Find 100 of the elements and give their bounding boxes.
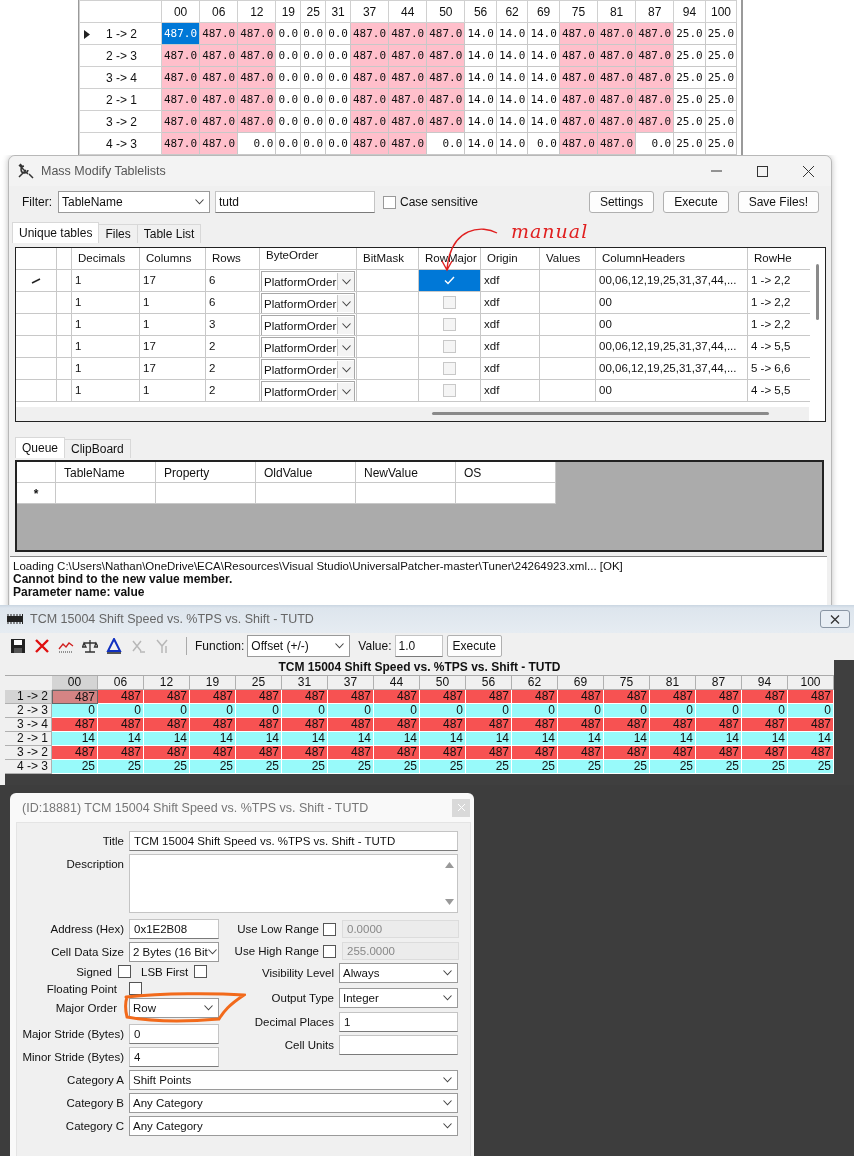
- table-cell[interactable]: 14: [98, 732, 144, 746]
- table-cell[interactable]: 14: [374, 732, 420, 746]
- table-cell[interactable]: 25: [420, 760, 466, 774]
- table-cell[interactable]: 0: [328, 704, 374, 718]
- column-header[interactable]: 75: [604, 676, 650, 690]
- filter-field[interactable]: tutd: [215, 191, 375, 213]
- row-header[interactable]: [16, 358, 57, 380]
- table-cell[interactable]: 14: [420, 732, 466, 746]
- table-cell[interactable]: 25: [190, 760, 236, 774]
- row-header[interactable]: 1 -> 2: [79, 22, 162, 45]
- table-cell[interactable]: 487: [420, 718, 466, 732]
- column-header[interactable]: 25: [236, 676, 282, 690]
- table-cell[interactable]: 487: [190, 746, 236, 760]
- row-header[interactable]: [16, 292, 57, 314]
- table-cell[interactable]: 487: [420, 746, 466, 760]
- table-cell[interactable]: 0: [558, 704, 604, 718]
- cell-units-field[interactable]: [339, 1035, 458, 1055]
- table-cell[interactable]: 14: [466, 732, 512, 746]
- checkbox[interactable]: [323, 922, 336, 936]
- table-cell[interactable]: 25: [788, 760, 834, 774]
- table-cell[interactable]: 25: [282, 760, 328, 774]
- category-dropdown[interactable]: Shift Points: [129, 1070, 458, 1090]
- table-cell[interactable]: 0: [604, 704, 650, 718]
- action-button[interactable]: Save Files!: [737, 191, 819, 213]
- table-cell[interactable]: 487: [604, 718, 650, 732]
- row-header[interactable]: 4 -> 3: [79, 132, 162, 155]
- table-cell[interactable]: 487: [98, 718, 144, 732]
- row-header[interactable]: [16, 380, 57, 402]
- table-cell[interactable]: [456, 483, 556, 504]
- decimal-places-field[interactable]: 1: [339, 1012, 458, 1032]
- table-cell[interactable]: 487: [190, 718, 236, 732]
- table-cell[interactable]: 0: [236, 704, 282, 718]
- row-header[interactable]: 3 -> 2: [5, 746, 52, 760]
- table-cell[interactable]: 487: [742, 718, 788, 732]
- table-cell[interactable]: 487: [650, 746, 696, 760]
- row-header[interactable]: 3 -> 4: [79, 66, 162, 89]
- table-cell[interactable]: 0: [374, 704, 420, 718]
- table-cell[interactable]: 25: [696, 760, 742, 774]
- table-cell[interactable]: 14: [282, 732, 328, 746]
- table-cell[interactable]: 487: [144, 746, 190, 760]
- table-cell[interactable]: 487: [52, 718, 98, 732]
- table-cell[interactable]: 487: [420, 690, 466, 704]
- table-cell[interactable]: 487: [144, 690, 190, 704]
- table-cell[interactable]: 487: [190, 690, 236, 704]
- table-cell[interactable]: 14: [696, 732, 742, 746]
- table-cell[interactable]: 0: [52, 704, 98, 718]
- checkbox[interactable]: [323, 944, 336, 958]
- table-cell[interactable]: 487: [374, 690, 420, 704]
- table-cell[interactable]: 0: [98, 704, 144, 718]
- checkbox[interactable]: [129, 982, 142, 995]
- table-cell[interactable]: 487: [236, 746, 282, 760]
- table-cell[interactable]: 487: [144, 718, 190, 732]
- table-cell[interactable]: 14: [742, 732, 788, 746]
- table-cell[interactable]: 487: [512, 746, 558, 760]
- visibility-dropdown[interactable]: Always: [339, 963, 458, 983]
- table-cell[interactable]: 14: [512, 732, 558, 746]
- table-cell[interactable]: 487: [788, 690, 834, 704]
- table-cell[interactable]: 0: [190, 704, 236, 718]
- table-cell[interactable]: 487: [52, 690, 98, 704]
- byte-order-dropdown[interactable]: PlatformOrder: [261, 271, 355, 291]
- table-cell[interactable]: 14: [604, 732, 650, 746]
- column-header[interactable]: 81: [650, 676, 696, 690]
- table-cell[interactable]: [256, 483, 356, 504]
- table-cell[interactable]: 487: [236, 718, 282, 732]
- table-cell[interactable]: 25: [466, 760, 512, 774]
- table-cell[interactable]: 487: [328, 746, 374, 760]
- table-cell[interactable]: [419, 336, 481, 358]
- value-field[interactable]: 1.0: [394, 634, 443, 657]
- table-cell[interactable]: 14: [788, 732, 834, 746]
- table-cell[interactable]: [419, 380, 481, 402]
- table-cell[interactable]: 487: [466, 718, 512, 732]
- column-header[interactable]: 56: [466, 676, 512, 690]
- table-cell[interactable]: 487: [374, 718, 420, 732]
- column-header[interactable]: 31: [282, 676, 328, 690]
- table-cell[interactable]: 0: [742, 704, 788, 718]
- table-cell[interactable]: [356, 483, 456, 504]
- table-cell[interactable]: 487: [650, 718, 696, 732]
- major-stride-field[interactable]: 0: [129, 1024, 219, 1044]
- table-cell[interactable]: 487: [558, 718, 604, 732]
- table-cell[interactable]: 14: [52, 732, 98, 746]
- tab[interactable]: Unique tables: [12, 222, 100, 243]
- row-header[interactable]: 3 -> 4: [5, 718, 52, 732]
- major-order-dropdown[interactable]: Row: [129, 998, 219, 1018]
- table-cell[interactable]: [156, 483, 256, 504]
- byte-order-dropdown[interactable]: PlatformOrder: [261, 293, 355, 313]
- table-cell[interactable]: 14: [558, 732, 604, 746]
- table-cell[interactable]: 487: [558, 690, 604, 704]
- table-cell[interactable]: 487: [558, 746, 604, 760]
- row-header[interactable]: 3 -> 2: [79, 110, 162, 133]
- table-cell[interactable]: 487: [282, 690, 328, 704]
- table-cell[interactable]: 487: [604, 690, 650, 704]
- row-header[interactable]: 2 -> 1: [79, 88, 162, 111]
- table-cell[interactable]: 487: [98, 746, 144, 760]
- table-cell[interactable]: 0: [512, 704, 558, 718]
- action-button[interactable]: Execute: [663, 191, 729, 213]
- table-cell[interactable]: 0: [788, 704, 834, 718]
- table-cell[interactable]: 25: [374, 760, 420, 774]
- table-cell[interactable]: 487: [604, 746, 650, 760]
- column-header[interactable]: 00: [52, 676, 98, 690]
- scroll-up-icon[interactable]: [444, 862, 454, 868]
